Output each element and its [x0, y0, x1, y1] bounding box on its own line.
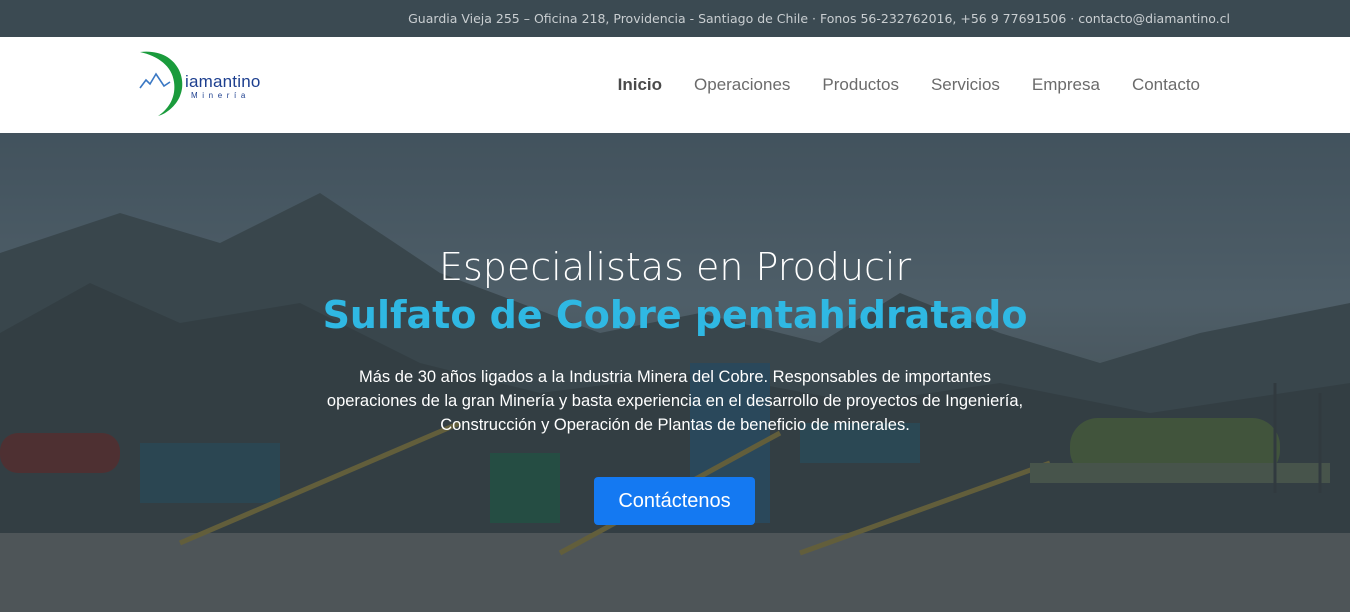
main-navigation: Inicio Operaciones Productos Servicios E… — [586, 37, 1200, 133]
hero-content: Especialistas en Producir Sulfato de Cob… — [0, 133, 1350, 612]
contact-cta-button[interactable]: Contáctenos — [594, 477, 755, 525]
nav-item-operaciones[interactable]: Operaciones — [694, 75, 790, 95]
contact-info-text: Guardia Vieja 255 – Oficina 218, Provide… — [408, 11, 1230, 26]
nav-item-contacto[interactable]: Contacto — [1132, 75, 1200, 95]
logo-wordmark: iamantino — [185, 72, 261, 91]
top-contact-bar: Guardia Vieja 255 – Oficina 218, Provide… — [0, 0, 1350, 37]
nav-item-servicios[interactable]: Servicios — [931, 75, 1000, 95]
hero-subtitle-highlight: Sulfato de Cobre pentahidratado — [322, 293, 1028, 337]
logo-subtitle: Minería — [191, 91, 250, 100]
nav-item-empresa[interactable]: Empresa — [1032, 75, 1100, 95]
main-header: iamantino Minería Inicio Operaciones Pro… — [0, 37, 1350, 133]
nav-item-productos[interactable]: Productos — [822, 75, 899, 95]
hero-title: Especialistas en Producir — [438, 245, 912, 289]
hero-banner: Especialistas en Producir Sulfato de Cob… — [0, 133, 1350, 612]
hero-description: Más de 30 años ligados a la Industria Mi… — [326, 368, 1024, 434]
company-logo[interactable]: iamantino Minería — [136, 48, 276, 118]
nav-item-inicio[interactable]: Inicio — [618, 75, 662, 95]
